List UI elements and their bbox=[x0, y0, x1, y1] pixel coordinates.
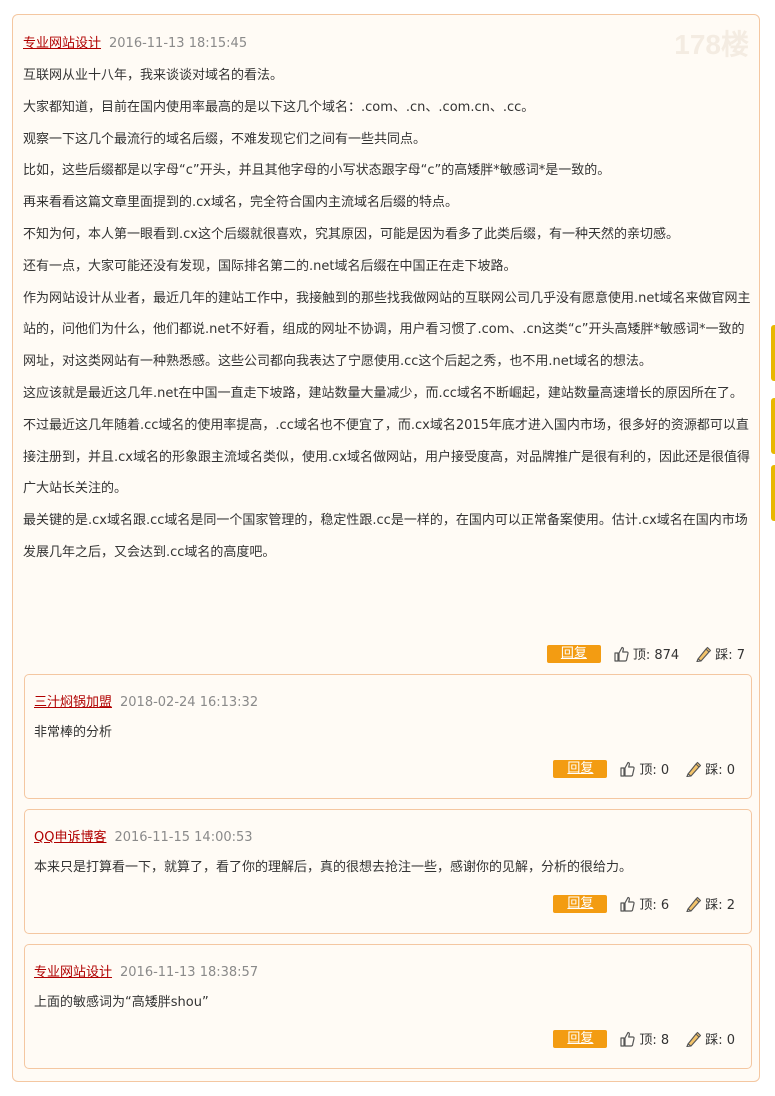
comment-actions: 回复 顶: 0 踩: 0 bbox=[553, 759, 735, 778]
floor-number: 178楼 bbox=[674, 29, 749, 60]
comment-paragraph: 互联网从业十八年，我来谈谈对域名的看法。 bbox=[23, 68, 284, 83]
side-float-tab[interactable] bbox=[771, 465, 775, 521]
reply-comment: 三汁焖锅加盟 2018-02-24 16:13:32 非常棒的分析 回复 顶: 0… bbox=[24, 674, 752, 799]
comment-actions: 回复 顶: 8 踩: 0 bbox=[553, 1029, 735, 1048]
reply-button[interactable]: 回复 bbox=[546, 644, 601, 663]
thumbs-down-icon bbox=[696, 646, 712, 662]
thumbs-down-icon bbox=[686, 896, 702, 912]
reply-comment: 专业网站设计 2016-11-13 18:38:57 上面的敏感词为“高矮胖sho… bbox=[24, 944, 752, 1069]
comment-text: 本来只是打算看一下，就算了，看了你的理解后，真的很想去抢注一些，感谢你的见解，分… bbox=[34, 860, 633, 875]
downvote-count: 踩: 0 bbox=[705, 763, 735, 778]
comment-meta: QQ申诉博客 2016-11-15 14:00:53 bbox=[34, 826, 253, 845]
comment-paragraph: 比如，这些后缀都是以字母“c”开头，并且其他字母的小写状态跟字母“c”的高矮胖*… bbox=[23, 163, 611, 179]
comment-paragraph: 再来看看这篇文章里面提到的.cx域名，完全符合国内主流域名后缀的特点。 bbox=[23, 195, 458, 211]
thumbs-up-icon bbox=[620, 1031, 636, 1047]
comment-date: 2016-11-15 14:00:53 bbox=[114, 830, 253, 845]
comment-text: 上面的敏感词为“高矮胖shou” bbox=[34, 995, 209, 1010]
upvote-button[interactable]: 顶: 0 bbox=[619, 759, 669, 778]
comment-paragraph: 还有一点，大家可能还没有发现，国际排名第二的.net域名后缀在中国正在走下坡路。 bbox=[23, 258, 517, 274]
comment-date: 2018-02-24 16:13:32 bbox=[120, 695, 259, 710]
downvote-button[interactable]: 踩: 7 bbox=[695, 644, 745, 663]
comment-body: 上面的敏感词为“高矮胖shou” bbox=[34, 993, 734, 1013]
author-link[interactable]: QQ申诉博客 bbox=[34, 830, 106, 845]
comment-paragraph: 大家都知道，目前在国内使用率最高的是以下这几个域名：.com、.cn、.com.… bbox=[23, 99, 535, 115]
thumbs-down-icon bbox=[686, 1031, 702, 1047]
comment-body: 本来只是打算看一下，就算了，看了你的理解后，真的很想去抢注一些，感谢你的见解，分… bbox=[34, 858, 734, 878]
upvote-count: 顶: 8 bbox=[639, 1033, 670, 1048]
reply-button[interactable]: 回复 bbox=[553, 759, 608, 778]
downvote-button[interactable]: 踩: 0 bbox=[685, 1029, 735, 1048]
side-float-tab[interactable] bbox=[771, 398, 775, 454]
comment-body: 互联网从业十八年，我来谈谈对域名的看法。 大家都知道，目前在国内使用率最高的是以… bbox=[23, 60, 753, 569]
comment-text: 非常棒的分析 bbox=[34, 725, 113, 740]
upvote-count: 顶: 874 bbox=[632, 648, 680, 663]
comment-paragraph: 最关键的是.cx域名跟.cc域名是同一个国家管理的，稳定性跟.cc是一样的，在国… bbox=[23, 513, 748, 560]
downvote-button[interactable]: 踩: 0 bbox=[685, 759, 735, 778]
upvote-button[interactable]: 顶: 6 bbox=[619, 894, 669, 913]
comment-actions: 回复 顶: 6 踩: 2 bbox=[553, 894, 735, 913]
thumbs-up-icon bbox=[620, 896, 636, 912]
upvote-count: 顶: 6 bbox=[639, 898, 670, 913]
upvote-count: 顶: 0 bbox=[639, 763, 670, 778]
comment-body: 非常棒的分析 bbox=[34, 723, 734, 743]
upvote-button[interactable]: 顶: 874 bbox=[613, 644, 679, 663]
reply-button[interactable]: 回复 bbox=[553, 1029, 608, 1048]
comment-meta: 专业网站设计 2016-11-13 18:15:45 bbox=[23, 32, 247, 51]
author-link[interactable]: 专业网站设计 bbox=[23, 36, 101, 51]
downvote-count: 踩: 7 bbox=[715, 648, 745, 663]
reply-comment: QQ申诉博客 2016-11-15 14:00:53 本来只是打算看一下，就算了，… bbox=[24, 809, 752, 934]
reply-button[interactable]: 回复 bbox=[553, 894, 608, 913]
downvote-count: 踩: 0 bbox=[705, 1033, 735, 1048]
comment-date: 2016-11-13 18:15:45 bbox=[109, 36, 248, 51]
comment-meta: 专业网站设计 2016-11-13 18:38:57 bbox=[34, 961, 258, 980]
author-link[interactable]: 三汁焖锅加盟 bbox=[34, 695, 112, 710]
thumbs-up-icon bbox=[620, 761, 636, 777]
downvote-count: 踩: 2 bbox=[705, 898, 735, 913]
author-link[interactable]: 专业网站设计 bbox=[34, 965, 112, 980]
comment-paragraph: 不过最近这几年随着.cc域名的使用率提高，.cc域名也不便宜了，而.cx域名20… bbox=[23, 417, 750, 497]
downvote-button[interactable]: 踩: 2 bbox=[685, 894, 735, 913]
comment-meta: 三汁焖锅加盟 2018-02-24 16:13:32 bbox=[34, 691, 258, 710]
comment-date: 2016-11-13 18:38:57 bbox=[120, 965, 259, 980]
comment-paragraph: 观察一下这几个最流行的域名后缀，不难发现它们之间有一些共同点。 bbox=[23, 131, 427, 147]
main-comment: 178楼 专业网站设计 2016-11-13 18:15:45 互联网从业十八年，… bbox=[12, 14, 760, 1082]
comment-paragraph: 这应该就是最近这几年.net在中国一直走下坡路，建站数量大量减少，而.cc域名不… bbox=[23, 385, 743, 401]
comment-paragraph: 作为网站设计从业者，最近几年的建站工作中，我接触到的那些找我做网站的互联网公司几… bbox=[23, 290, 751, 370]
comment-paragraph: 不知为何，本人第一眼看到.cx这个后缀就很喜欢，究其原因，可能是因为看多了此类后… bbox=[23, 226, 679, 242]
thumbs-up-icon bbox=[614, 646, 629, 662]
comment-actions: 回复 顶: 874 踩: 7 bbox=[546, 644, 745, 663]
upvote-button[interactable]: 顶: 8 bbox=[619, 1029, 669, 1048]
side-float-tab[interactable] bbox=[771, 325, 775, 381]
thumbs-down-icon bbox=[686, 761, 702, 777]
